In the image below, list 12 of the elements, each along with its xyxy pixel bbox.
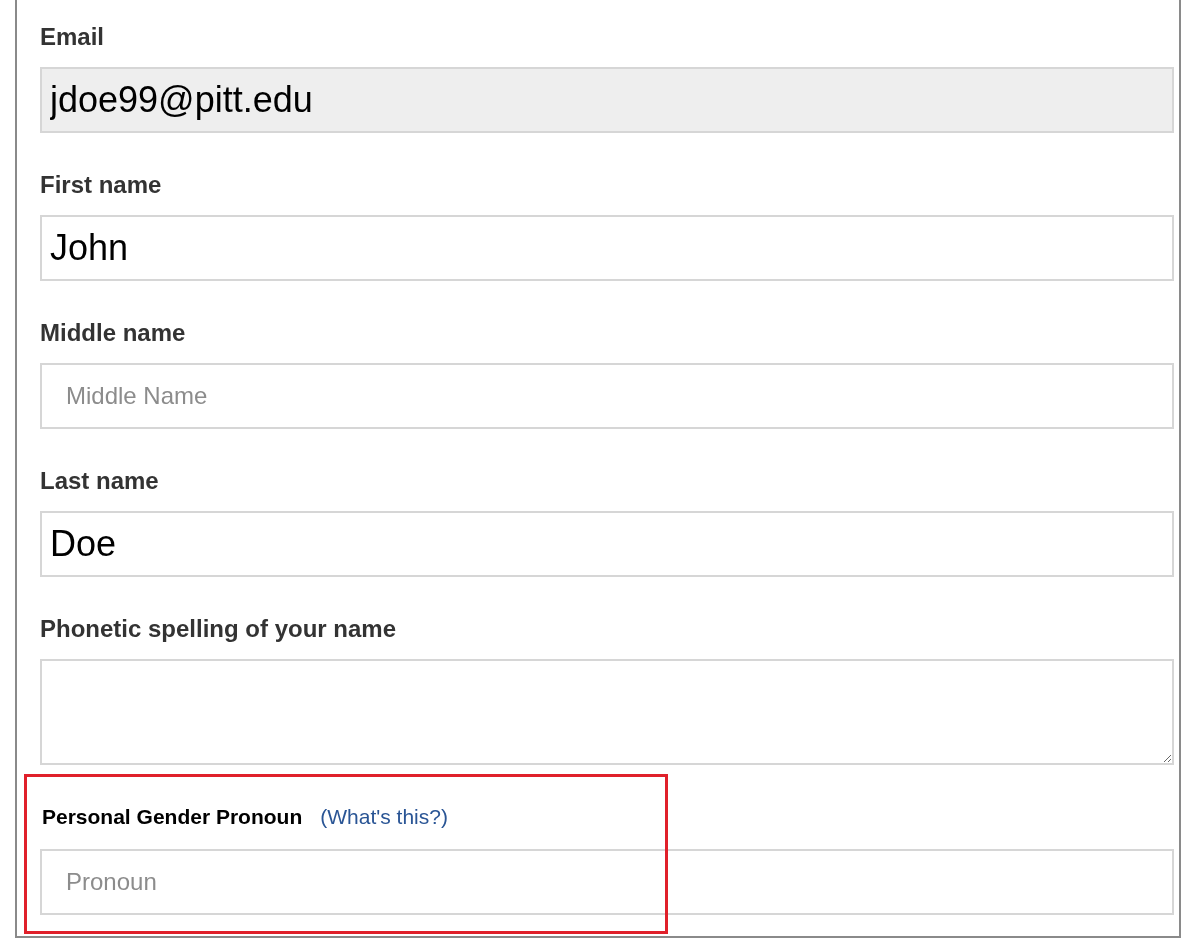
- text-field[interactable]: Doe: [40, 511, 1174, 577]
- field-label: Phonetic spelling of your name: [40, 615, 397, 643]
- field-label: Email: [40, 23, 105, 51]
- text-field[interactable]: Middle Name: [40, 363, 1174, 429]
- field-label: First name: [40, 171, 162, 199]
- text-area[interactable]: [40, 659, 1174, 765]
- field-label: Personal Gender Pronoun: [42, 805, 303, 829]
- help-link[interactable]: (What's this?): [320, 805, 448, 829]
- text-field[interactable]: Pronoun: [40, 849, 1174, 915]
- field-label: Middle name: [40, 319, 186, 347]
- text-field[interactable]: John: [40, 215, 1174, 281]
- field-label: Last name: [40, 467, 159, 495]
